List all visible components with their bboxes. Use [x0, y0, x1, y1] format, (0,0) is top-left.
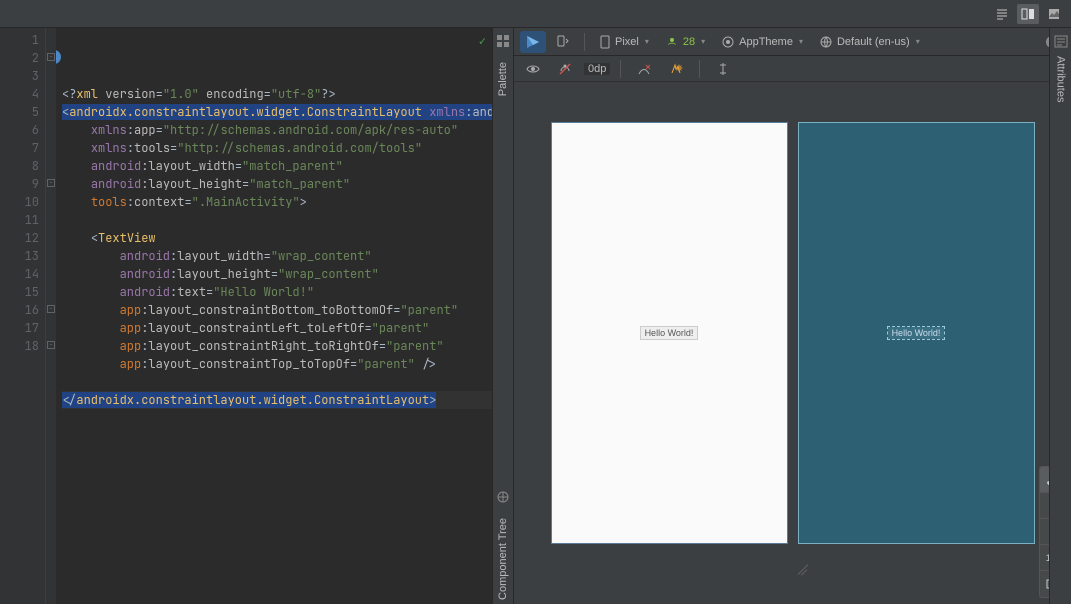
code-line[interactable]: app:layout_constraintTop_toTopOf="parent…	[62, 355, 492, 373]
device-selector[interactable]: Pixel ▾	[593, 31, 655, 53]
code-line[interactable]: android:layout_width="match_parent"	[62, 157, 492, 175]
attributes-icon[interactable]	[1054, 34, 1068, 48]
design-preview-pane: Pixel ▾ 28 ▾ AppTheme ▾ Default (en-us) …	[514, 28, 1071, 604]
code-line[interactable]: xmlns:app="http://schemas.android.com/ap…	[62, 121, 492, 139]
code-line[interactable]: xmlns:tools="http://schemas.android.com/…	[62, 139, 492, 157]
code-line[interactable]: <TextView	[62, 229, 492, 247]
code-line[interactable]	[62, 211, 492, 229]
code-line[interactable]: tools:context=".MainActivity">	[62, 193, 492, 211]
component-tree-tab[interactable]: Component Tree	[497, 514, 509, 604]
code-line[interactable]: android:layout_height="match_parent"	[62, 175, 492, 193]
locale-selector[interactable]: Default (en-us) ▾	[813, 31, 926, 53]
theme-selector[interactable]: AppTheme ▾	[715, 31, 809, 53]
autoconnect-icon[interactable]	[552, 58, 578, 80]
fold-toggle-icon[interactable]: -	[47, 179, 55, 187]
palette-icon[interactable]	[496, 34, 510, 48]
code-line[interactable]: android:layout_height="wrap_content"	[62, 265, 492, 283]
design-surfaces[interactable]: Hello World! Hello World!	[514, 82, 1071, 604]
editor-side-tabs: Palette Component Tree	[492, 28, 514, 604]
code-editor[interactable]: 12C3456789101112131415161718 - - - - ✓ <?xm…	[0, 28, 492, 604]
design-surface-render[interactable]: Hello World!	[551, 122, 788, 544]
guidelines-icon[interactable]	[710, 58, 736, 80]
chevron-down-icon: ▾	[799, 37, 803, 46]
locale-name: Default (en-us)	[837, 36, 910, 48]
attributes-side-tab: Attributes	[1049, 28, 1071, 604]
design-surface-toggle-icon[interactable]	[520, 31, 546, 53]
preview-textview[interactable]: Hello World!	[641, 327, 698, 339]
code-line[interactable]: android:layout_width="wrap_content"	[62, 247, 492, 265]
resize-handle-icon[interactable]	[796, 562, 810, 576]
code-line[interactable]: app:layout_constraintRight_toRightOf="pa…	[62, 337, 492, 355]
line-number-gutter: 12C3456789101112131415161718	[0, 28, 46, 604]
fold-toggle-icon[interactable]: -	[47, 341, 55, 349]
theme-name: AppTheme	[739, 36, 793, 48]
code-line[interactable]: 💡	[62, 373, 492, 391]
component-tree-icon[interactable]	[496, 490, 510, 504]
design-view-icon[interactable]	[1043, 4, 1065, 24]
palette-tab[interactable]: Palette	[497, 58, 509, 100]
orientation-toggle-icon[interactable]	[550, 31, 576, 53]
split-view-icon[interactable]	[1017, 4, 1039, 24]
code-line[interactable]: android:text="Hello World!"	[62, 283, 492, 301]
api-level: 28	[683, 36, 695, 48]
chevron-down-icon: ▾	[916, 37, 920, 46]
default-margin-label[interactable]: 0dp	[584, 63, 610, 75]
design-toolbar: Pixel ▾ 28 ▾ AppTheme ▾ Default (en-us) …	[514, 28, 1071, 56]
code-line[interactable]: <?xml version="1.0" encoding="utf-8"?>	[62, 85, 492, 103]
fold-toggle-icon[interactable]: -	[47, 305, 55, 313]
chevron-down-icon: ▾	[645, 37, 649, 46]
code-line[interactable]: app:layout_constraintBottom_toBottomOf="…	[62, 301, 492, 319]
code-line[interactable]: <androidx.constraintlayout.widget.Constr…	[62, 103, 492, 121]
code-line[interactable]: </androidx.constraintlayout.widget.Const…	[62, 391, 492, 409]
view-mode-strip	[0, 0, 1071, 28]
inspection-ok-icon: ✓	[479, 32, 486, 50]
fold-toggle-icon[interactable]: -	[47, 53, 55, 61]
design-surface-blueprint[interactable]: Hello World!	[798, 122, 1035, 544]
infer-constraints-icon[interactable]	[663, 58, 689, 80]
api-selector[interactable]: 28 ▾	[659, 31, 711, 53]
code-area[interactable]: ✓ <?xml version="1.0" encoding="utf-8"?>…	[56, 28, 492, 604]
design-toolbar-secondary: 0dp	[514, 56, 1071, 82]
code-view-icon[interactable]	[991, 4, 1013, 24]
chevron-down-icon: ▾	[701, 37, 705, 46]
device-name: Pixel	[615, 36, 639, 48]
view-options-icon[interactable]	[520, 58, 546, 80]
clear-constraints-icon[interactable]	[631, 58, 657, 80]
fold-column: - - - -	[46, 28, 56, 604]
code-line[interactable]: app:layout_constraintLeft_toLeftOf="pare…	[62, 319, 492, 337]
preview-textview-blueprint[interactable]: Hello World!	[888, 327, 945, 339]
attributes-tab[interactable]: Attributes	[1055, 52, 1067, 106]
